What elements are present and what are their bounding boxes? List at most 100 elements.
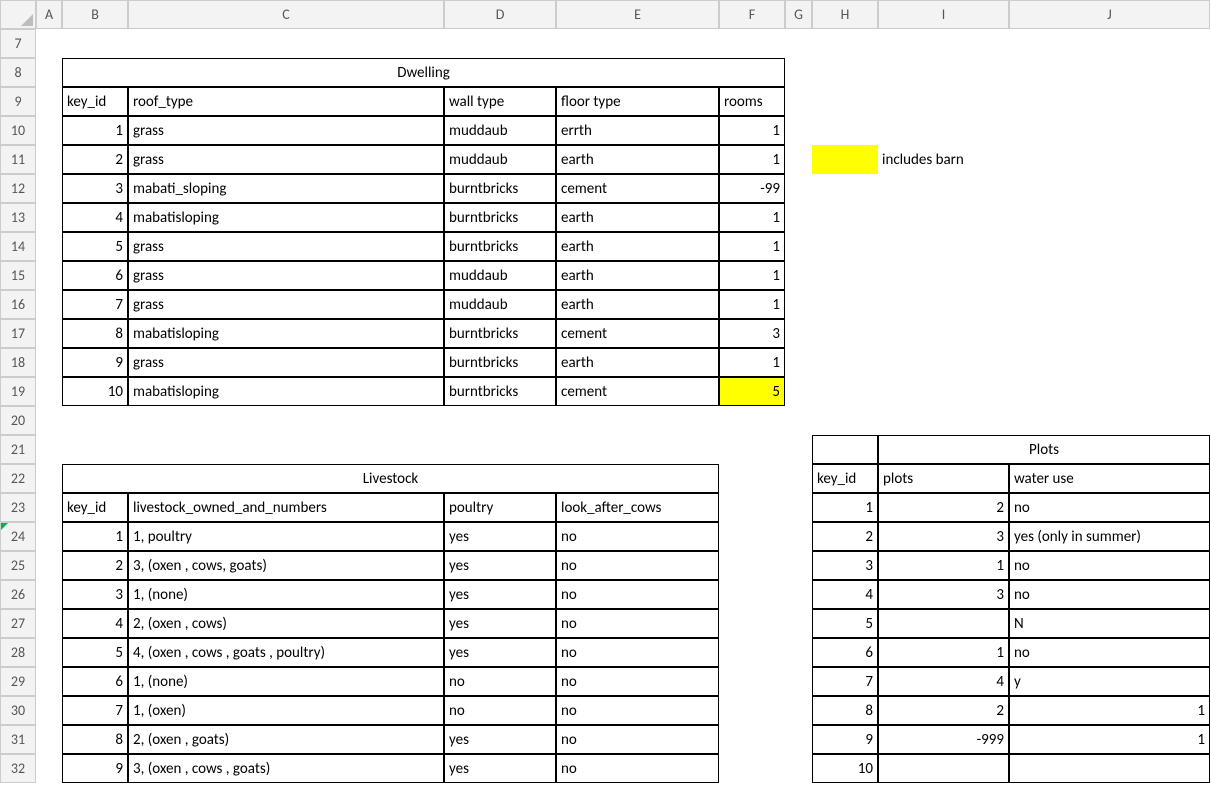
cell-G26[interactable] — [785, 580, 812, 609]
cell-A13[interactable] — [36, 203, 62, 232]
cell-E18[interactable]: earth — [556, 348, 719, 377]
cell-I12[interactable] — [878, 174, 1009, 203]
cell-G32[interactable] — [785, 754, 812, 783]
cell-I31[interactable]: -999 — [878, 725, 1009, 754]
cell-J25[interactable]: no — [1009, 551, 1210, 580]
cell-C32[interactable]: 3, (oxen , cows , goats) — [128, 754, 444, 783]
cell-C26[interactable]: 1, (none) — [128, 580, 444, 609]
cell-D7[interactable] — [444, 29, 556, 58]
cell-D25[interactable]: yes — [444, 551, 556, 580]
cell-F21[interactable] — [719, 435, 785, 464]
cell-H7[interactable] — [812, 29, 878, 58]
cell-E28[interactable]: no — [556, 638, 719, 667]
cell-D32[interactable]: yes — [444, 754, 556, 783]
cell-J24[interactable]: yes (only in summer) — [1009, 522, 1210, 551]
row-header-16[interactable]: 16 — [0, 290, 36, 319]
dwelling-header-walltype[interactable]: wall type — [444, 87, 556, 116]
cell-F18[interactable]: 1 — [719, 348, 785, 377]
cell-H12[interactable] — [812, 174, 878, 203]
livestock-header-poultry[interactable]: poultry — [444, 493, 556, 522]
cell-A10[interactable] — [36, 116, 62, 145]
row-header-26[interactable]: 26 — [0, 580, 36, 609]
row-header-21[interactable]: 21 — [0, 435, 36, 464]
cell-B11[interactable]: 2 — [62, 145, 128, 174]
cell-J31[interactable]: 1 — [1009, 725, 1210, 754]
dwelling-header-rooms[interactable]: rooms — [719, 87, 785, 116]
cell-B19[interactable]: 10 — [62, 377, 128, 406]
cell-C16[interactable]: grass — [128, 290, 444, 319]
cell-F17[interactable]: 3 — [719, 319, 785, 348]
cell-J18[interactable] — [1009, 348, 1210, 377]
cell-I10[interactable] — [878, 116, 1009, 145]
cell-E32[interactable]: no — [556, 754, 719, 783]
cell-E13[interactable]: earth — [556, 203, 719, 232]
cell-I17[interactable] — [878, 319, 1009, 348]
cell-J27[interactable]: N — [1009, 609, 1210, 638]
cell-F14[interactable]: 1 — [719, 232, 785, 261]
cell-B26[interactable]: 3 — [62, 580, 128, 609]
cell-A22[interactable] — [36, 464, 62, 493]
cell-A28[interactable] — [36, 638, 62, 667]
cell-I15[interactable] — [878, 261, 1009, 290]
row-header-19[interactable]: 19 — [0, 377, 36, 406]
cell-F13[interactable]: 1 — [719, 203, 785, 232]
cell-F27[interactable] — [719, 609, 785, 638]
cell-C13[interactable]: mabatisloping — [128, 203, 444, 232]
cell-C7[interactable] — [128, 29, 444, 58]
cell-J11[interactable] — [1009, 145, 1210, 174]
cell-D18[interactable]: burntbricks — [444, 348, 556, 377]
cell-A12[interactable] — [36, 174, 62, 203]
cell-G10[interactable] — [785, 116, 812, 145]
cell-H32[interactable]: 10 — [812, 754, 878, 783]
cell-D27[interactable]: yes — [444, 609, 556, 638]
cell-I13[interactable] — [878, 203, 1009, 232]
cell-G22[interactable] — [785, 464, 812, 493]
cell-G27[interactable] — [785, 609, 812, 638]
livestock-header-owned[interactable]: livestock_owned_and_numbers — [128, 493, 444, 522]
cell-J13[interactable] — [1009, 203, 1210, 232]
cell-C10[interactable]: grass — [128, 116, 444, 145]
cell-H25[interactable]: 3 — [812, 551, 878, 580]
cell-D19[interactable]: burntbricks — [444, 377, 556, 406]
cell-D17[interactable]: burntbricks — [444, 319, 556, 348]
cell-F11[interactable]: 1 — [719, 145, 785, 174]
cell-C12[interactable]: mabati_sloping — [128, 174, 444, 203]
cell-F16[interactable]: 1 — [719, 290, 785, 319]
cell-A29[interactable] — [36, 667, 62, 696]
row-header-15[interactable]: 15 — [0, 261, 36, 290]
cell-G19[interactable] — [785, 377, 812, 406]
cell-I19[interactable] — [878, 377, 1009, 406]
cell-E29[interactable]: no — [556, 667, 719, 696]
cell-H21[interactable] — [812, 435, 878, 464]
livestock-title[interactable]: Livestock — [62, 464, 719, 493]
cell-E19[interactable]: cement — [556, 377, 719, 406]
cell-J20[interactable] — [1009, 406, 1210, 435]
cell-A24[interactable] — [36, 522, 62, 551]
cell-G30[interactable] — [785, 696, 812, 725]
col-header-A[interactable]: A — [36, 0, 62, 29]
cell-B14[interactable]: 5 — [62, 232, 128, 261]
cell-I9[interactable] — [878, 87, 1009, 116]
plots-header-water[interactable]: water use — [1009, 464, 1210, 493]
cell-D30[interactable]: no — [444, 696, 556, 725]
cell-A14[interactable] — [36, 232, 62, 261]
cell-F7[interactable] — [719, 29, 785, 58]
cell-B21[interactable] — [62, 435, 128, 464]
cell-G11[interactable] — [785, 145, 812, 174]
cell-I25[interactable]: 1 — [878, 551, 1009, 580]
col-header-I[interactable]: I — [878, 0, 1009, 29]
cell-I32[interactable] — [878, 754, 1009, 783]
cell-I7[interactable] — [878, 29, 1009, 58]
col-header-E[interactable]: E — [556, 0, 719, 29]
cell-F23[interactable] — [719, 493, 785, 522]
cell-J32[interactable] — [1009, 754, 1210, 783]
cell-H30[interactable]: 8 — [812, 696, 878, 725]
cell-B16[interactable]: 7 — [62, 290, 128, 319]
cell-F12[interactable]: -99 — [719, 174, 785, 203]
cell-C19[interactable]: mabatisloping — [128, 377, 444, 406]
select-all-corner[interactable] — [0, 0, 36, 29]
cell-A23[interactable] — [36, 493, 62, 522]
cell-B31[interactable]: 8 — [62, 725, 128, 754]
cell-F28[interactable] — [719, 638, 785, 667]
cell-D11[interactable]: muddaub — [444, 145, 556, 174]
